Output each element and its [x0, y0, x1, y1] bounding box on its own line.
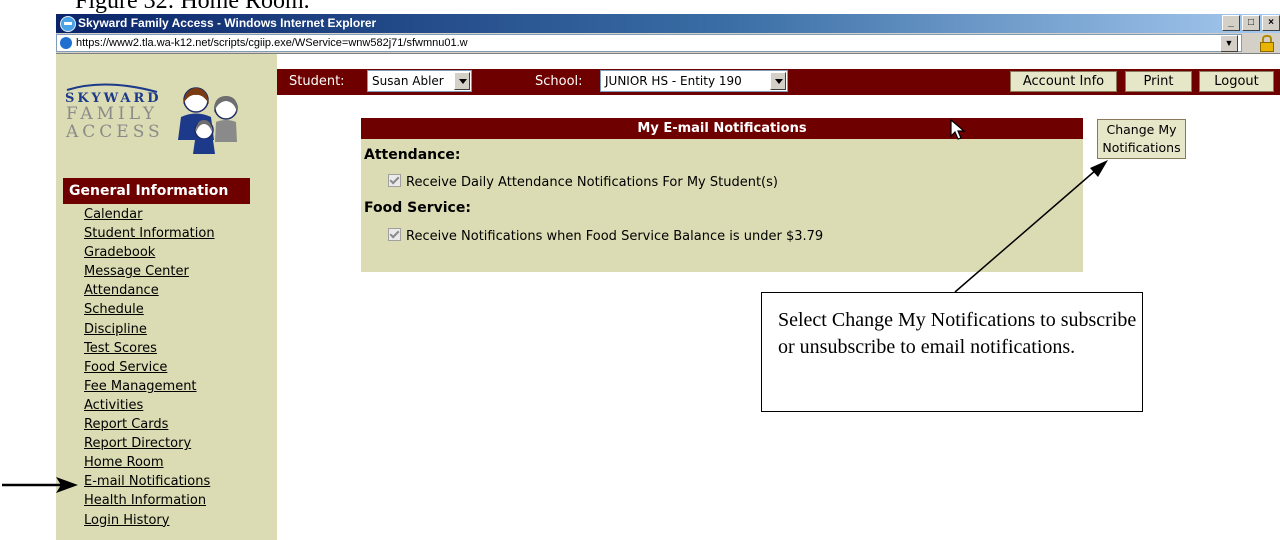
callout-pointer-line: [954, 160, 1108, 293]
instruction-callout: Select Change My Notifications to subscr…: [761, 292, 1143, 412]
callout-text: Select Change My Notifications to subscr…: [778, 309, 1137, 358]
